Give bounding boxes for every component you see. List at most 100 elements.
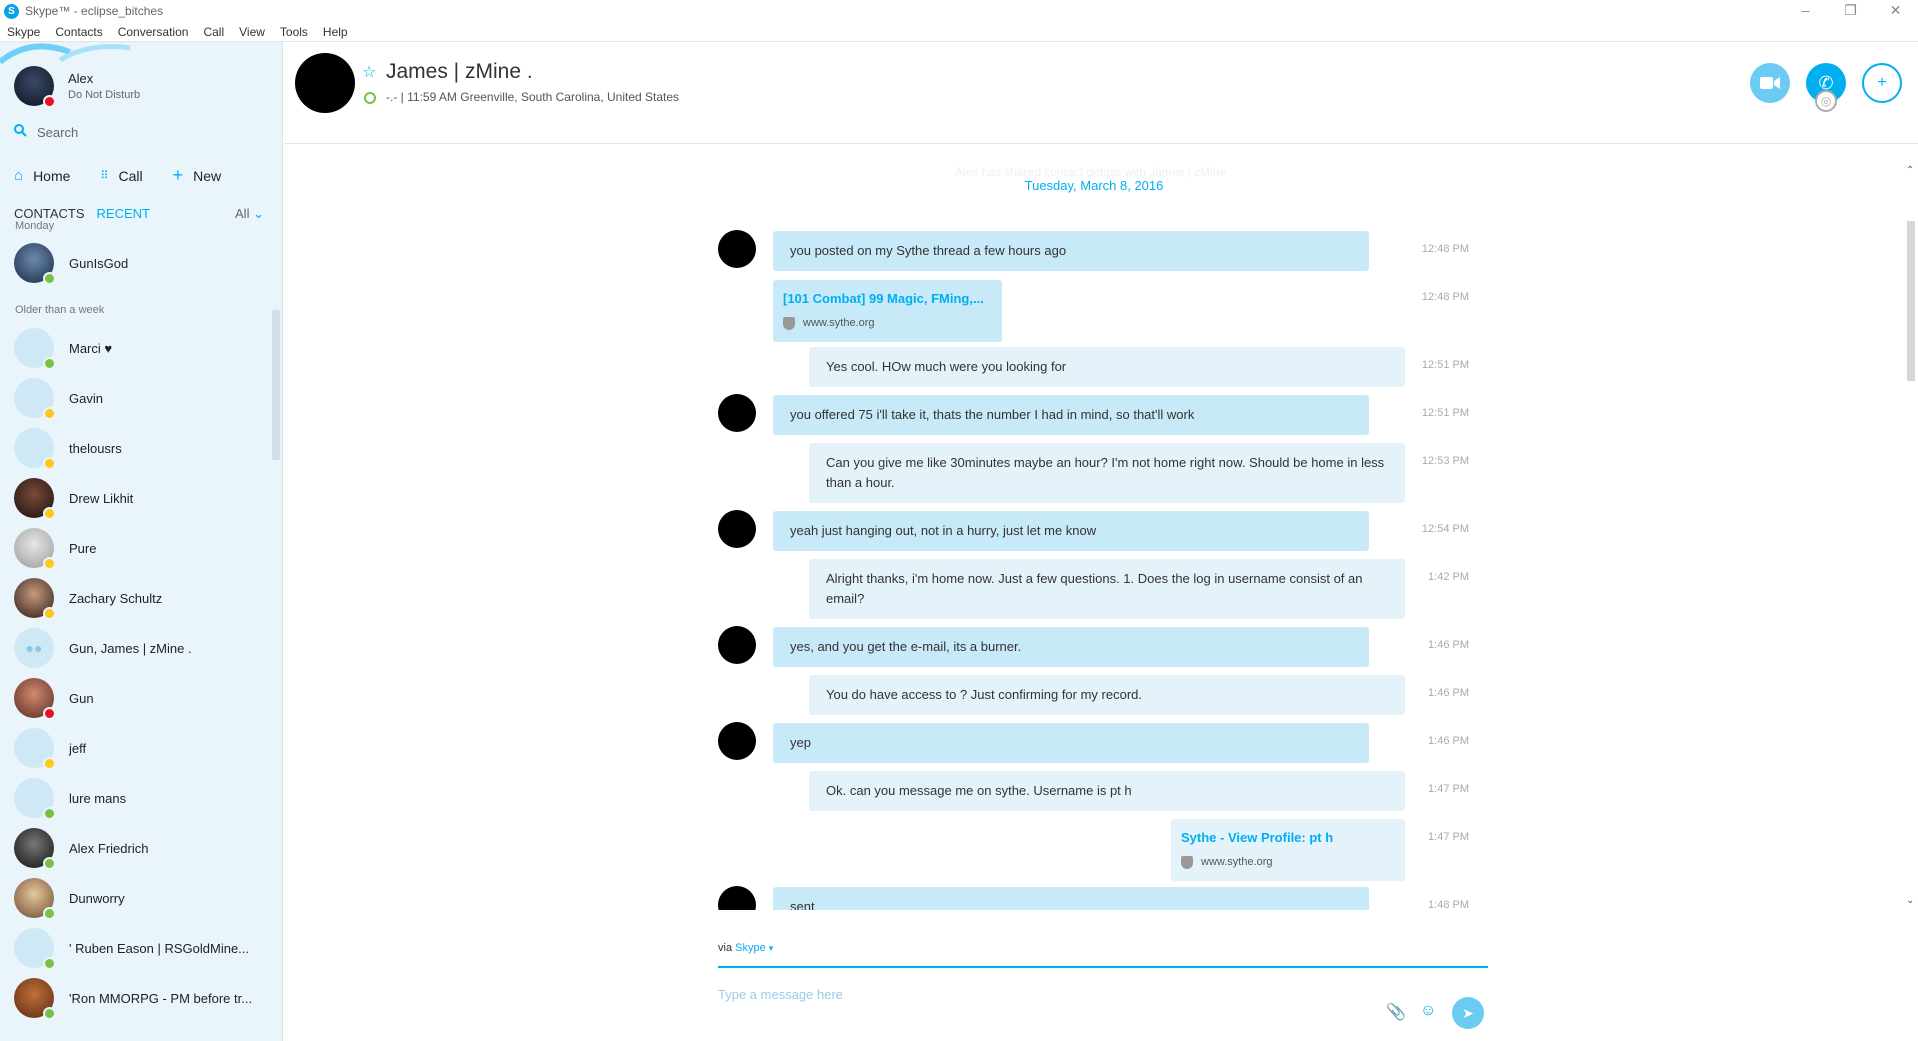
avatar <box>14 928 56 970</box>
online-status-icon <box>43 1007 56 1020</box>
contact-name: ' Ruben Eason | RSGoldMine... <box>69 940 250 956</box>
list-item[interactable]: Gun <box>0 673 282 723</box>
list-item[interactable]: Gavin <box>0 373 282 423</box>
avatar <box>718 626 756 664</box>
message-text: yep <box>790 735 811 750</box>
video-call-button[interactable] <box>1750 63 1790 103</box>
search-input[interactable]: Search <box>37 125 78 140</box>
avatar <box>14 243 56 285</box>
avatar[interactable] <box>14 66 56 108</box>
message-time: 12:48 PM <box>1421 243 1469 255</box>
dnd-status-icon <box>43 707 56 720</box>
link-title[interactable]: Sythe - View Profile: pt h <box>1181 828 1395 848</box>
avatar <box>14 828 56 870</box>
avatar[interactable] <box>295 53 355 113</box>
menu-help[interactable]: Help <box>323 25 348 39</box>
new-button[interactable]: + New <box>173 165 222 186</box>
message-text: Alright thanks, i'm home now. Just a few… <box>826 571 1363 606</box>
conversation-scrollbar[interactable]: ⌃ ⌄ <box>1904 165 1918 910</box>
message-outgoing[interactable]: Ok. can you message me on sythe. Usernam… <box>809 771 1405 811</box>
online-status-icon <box>364 92 376 104</box>
message-time: 1:46 PM <box>1428 735 1469 747</box>
contact-name: Zachary Schultz <box>69 590 163 606</box>
message-outgoing[interactable]: Can you give me like 30minutes maybe an … <box>809 443 1405 503</box>
scroll-thumb[interactable] <box>1907 221 1915 381</box>
compose-area: via Skype ▾ Type a message here 📎 ☺ ➤ <box>718 942 1488 1029</box>
message-input[interactable]: Type a message here <box>718 987 843 1002</box>
link-preview-outgoing[interactable]: Sythe - View Profile: pt h www.sythe.org <box>1171 819 1405 881</box>
message-incoming[interactable]: you offered 75 i'll take it, thats the n… <box>773 395 1369 435</box>
restore-icon[interactable]: ❐ <box>1828 0 1873 22</box>
emoji-icon[interactable]: ☺ <box>1420 1002 1436 1020</box>
search-box[interactable]: Search <box>14 124 78 140</box>
link-preview-incoming[interactable]: [101 Combat] 99 Magic, FMing,... www.syt… <box>773 280 1002 342</box>
contact-name: GunIsGod <box>69 255 129 271</box>
menu-view[interactable]: View <box>239 25 265 39</box>
list-item[interactable]: Marci ♥ <box>0 323 282 373</box>
minimize-icon[interactable]: – <box>1783 0 1828 22</box>
contact-name: Drew Likhit <box>69 490 134 506</box>
group-header: Monday <box>15 220 55 232</box>
list-item[interactable]: GunIsGod <box>0 235 282 291</box>
list-item[interactable]: 'Ron MMORPG - PM before tr... <box>0 973 282 1023</box>
list-item[interactable]: jeff <box>0 723 282 773</box>
menu-contacts[interactable]: Contacts <box>55 25 102 39</box>
close-icon[interactable]: ✕ <box>1873 0 1918 22</box>
list-item[interactable]: Zachary Schultz <box>0 573 282 623</box>
sidebar-scrollbar[interactable] <box>272 310 280 460</box>
new-label: New <box>193 167 222 184</box>
conversation-header: ☆ James | zMine . -.- | 11:59 AM Greenvi… <box>284 42 1918 144</box>
home-button[interactable]: ⌂ Home <box>14 167 70 184</box>
contact-name: Pure <box>69 540 97 556</box>
link-host: www.sythe.org <box>1181 852 1395 872</box>
attach-icon[interactable]: 📎 <box>1386 1002 1406 1022</box>
message-incoming[interactable]: yes, and you get the e-mail, its a burne… <box>773 627 1369 667</box>
message-time: 12:48 PM <box>1421 291 1469 303</box>
away-status-icon <box>43 757 56 770</box>
message-outgoing[interactable]: You do have access to ? Just confirming … <box>809 675 1405 715</box>
via-service[interactable]: Skype <box>735 942 766 954</box>
list-item[interactable]: Alex Friedrich <box>0 823 282 873</box>
list-item[interactable]: lure mans <box>0 773 282 823</box>
list-item[interactable]: ' Ruben Eason | RSGoldMine... <box>0 923 282 973</box>
message-incoming[interactable]: sent <box>773 887 1369 910</box>
call-button[interactable]: ⠿ Call <box>100 168 142 184</box>
conversation-name[interactable]: James | zMine . <box>386 60 533 84</box>
add-person-button[interactable]: + <box>1862 63 1902 103</box>
profile-name: Alex <box>68 71 94 86</box>
contact-name: Gun <box>69 690 94 706</box>
menu-skype[interactable]: Skype <box>7 25 40 39</box>
star-icon[interactable]: ☆ <box>362 62 376 82</box>
menu-conversation[interactable]: Conversation <box>118 25 189 39</box>
menu-tools[interactable]: Tools <box>280 25 308 39</box>
message-incoming[interactable]: yeah just hanging out, not in a hurry, j… <box>773 511 1369 551</box>
message-incoming[interactable]: you posted on my Sythe thread a few hour… <box>773 231 1369 271</box>
dialpad-icon: ⠿ <box>100 170 109 182</box>
link-title[interactable]: [101 Combat] 99 Magic, FMing,... <box>783 289 992 309</box>
send-icon: ➤ <box>1462 1004 1474 1021</box>
send-button[interactable]: ➤ <box>1452 997 1484 1029</box>
profile-status[interactable]: Do Not Disturb <box>68 89 140 101</box>
list-item[interactable]: Pure <box>0 523 282 573</box>
via-selector[interactable]: via Skype ▾ <box>718 942 1488 954</box>
list-item[interactable]: ●● Gun, James | zMine . <box>0 623 282 673</box>
compose-divider <box>718 966 1488 968</box>
my-profile[interactable]: Alex Do Not Disturb <box>14 66 140 108</box>
avatar <box>14 328 56 370</box>
message-outgoing[interactable]: Yes cool. HOw much were you looking for <box>809 347 1405 387</box>
list-item[interactable]: thelousrs <box>0 423 282 473</box>
away-status-icon <box>43 457 56 470</box>
online-status-icon <box>43 857 56 870</box>
message-incoming[interactable]: yep <box>773 723 1369 763</box>
online-status-icon <box>43 907 56 920</box>
message-time: 1:47 PM <box>1428 783 1469 795</box>
globe-icon[interactable]: ◎ <box>1815 90 1837 112</box>
menu-call[interactable]: Call <box>203 25 224 39</box>
list-item[interactable]: Dunworry <box>0 873 282 923</box>
scroll-down-icon[interactable]: ⌄ <box>1906 895 1914 906</box>
list-item[interactable]: Drew Likhit <box>0 473 282 523</box>
avatar <box>14 978 56 1020</box>
scroll-up-icon[interactable]: ⌃ <box>1906 165 1914 176</box>
message-outgoing[interactable]: Alright thanks, i'm home now. Just a few… <box>809 559 1405 619</box>
avatar <box>14 378 56 420</box>
